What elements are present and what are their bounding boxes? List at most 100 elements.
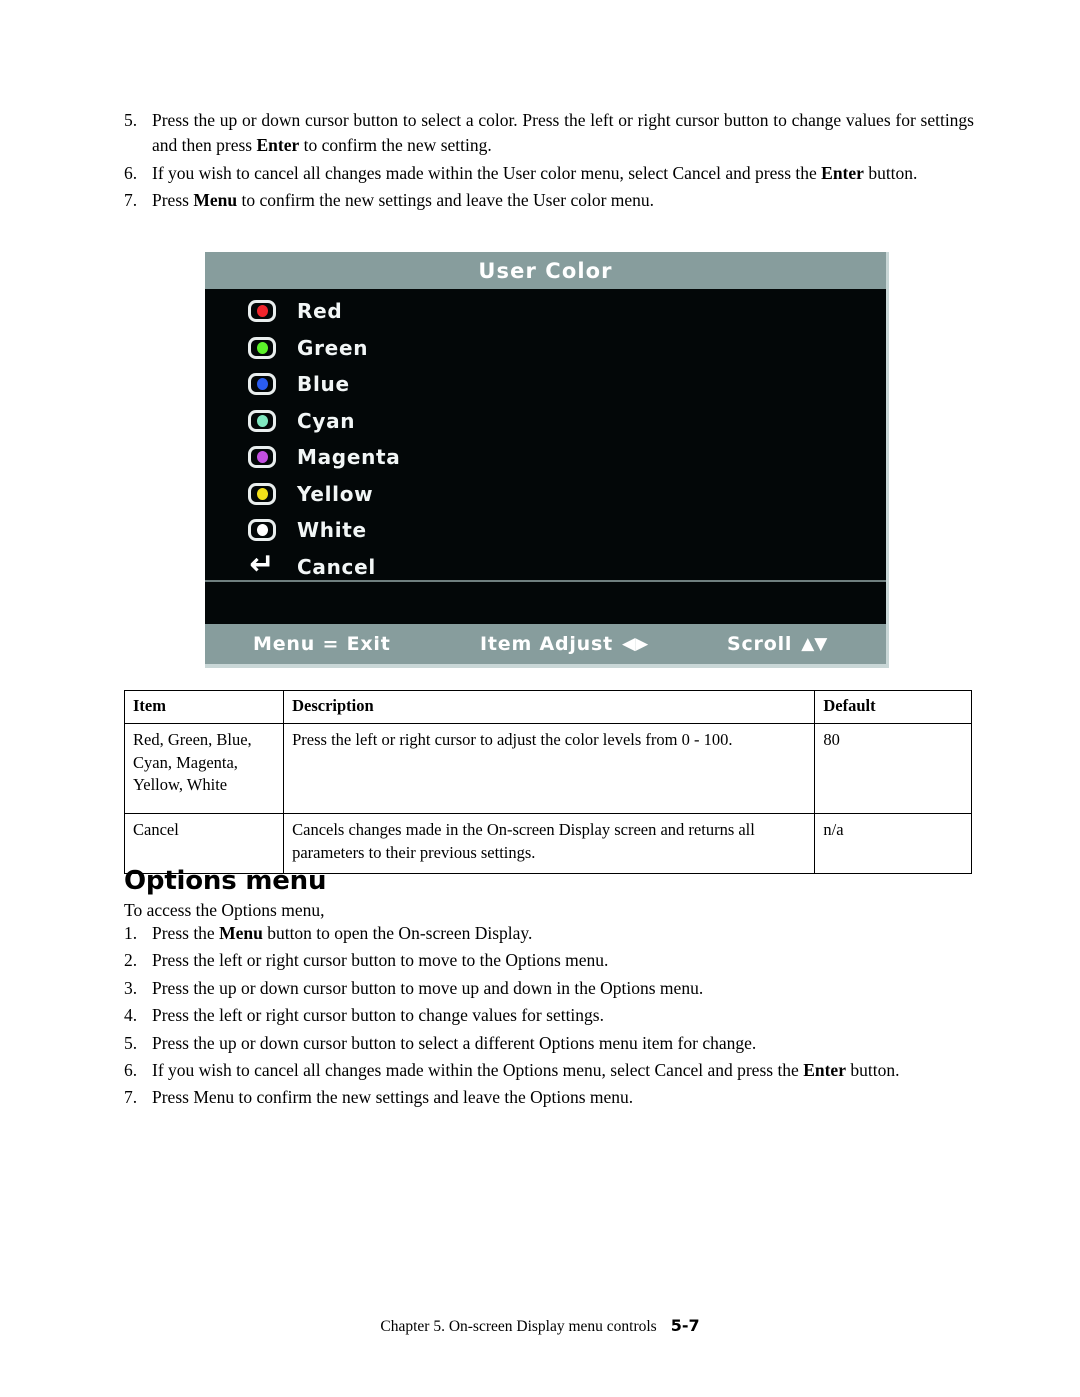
list-item: 7. Press Menu to confirm the new settings… <box>124 188 974 213</box>
table-cell-item: Red, Green, Blue, Cyan, Magenta, Yellow,… <box>123 722 285 814</box>
led-outline <box>248 336 276 359</box>
up-down-arrows-icon: ▲▼ <box>801 634 828 654</box>
osd-scroll-label: Scroll <box>727 633 793 655</box>
osd-title: User Color <box>205 252 886 289</box>
osd-menu-item-cancel[interactable]: ↵ Cancel <box>205 549 886 586</box>
table-row: Cancel Cancels changes made in the On-sc… <box>123 812 972 874</box>
osd-scroll-hint: Scroll ▲▼ <box>727 633 827 655</box>
led-icon <box>245 482 279 505</box>
list-item-number: 5. <box>124 110 138 130</box>
table-header-description: Description <box>283 690 816 724</box>
list-item-text: Press the up or down cursor button to se… <box>152 1032 757 1053</box>
document-page: 5. Press the up or down cursor button to … <box>0 0 1080 1397</box>
led-outline <box>248 373 276 396</box>
list-item: 3. Press the up or down cursor button to … <box>124 976 974 1001</box>
list-item: 5. Press the up or down cursor button to … <box>124 108 974 159</box>
osd-menu-items: Red Green Blue Cyan Magenta Yellow White ↵ Cance… <box>205 289 886 582</box>
list-item-number: 5. <box>124 1032 138 1053</box>
section-intro-text: To access the Options menu, <box>124 900 325 920</box>
footer-page-number: 5-7 <box>670 1316 700 1335</box>
instruction-list-options-menu: 1. Press the Menu button to open the On-s… <box>124 921 974 1113</box>
osd-menu-item-white[interactable]: White <box>205 512 886 549</box>
osd-menu-item-cyan[interactable]: Cyan <box>205 403 886 440</box>
page-footer: Chapter 5. On-screen Display menu contro… <box>0 1316 1080 1336</box>
led-outline <box>248 519 276 542</box>
osd-menu-item-label: Yellow <box>297 481 374 506</box>
table-header-row: Item Description Default <box>123 690 972 724</box>
osd-menu-item-label: Red <box>297 299 343 324</box>
instruction-list-user-color: 5. Press the up or down cursor button to … <box>124 108 974 216</box>
led-icon <box>245 373 279 396</box>
osd-menu-item-label: Magenta <box>297 445 401 470</box>
led-outline <box>248 409 276 432</box>
emphasis-text: Menu <box>219 923 263 943</box>
list-item: 1. Press the Menu button to open the On-s… <box>124 921 974 946</box>
list-item: 5. Press the up or down cursor button to … <box>124 1031 974 1056</box>
list-item-number: 7. <box>124 190 138 211</box>
color-swatch-dot <box>256 487 268 500</box>
osd-empty-area <box>205 582 886 624</box>
osd-menu-item-label: White <box>297 518 367 543</box>
led-icon <box>245 300 279 323</box>
list-item: 6. If you wish to cancel all changes made… <box>124 1058 974 1083</box>
osd-screenshot-figure: User Color Red Green Blue Cyan Magenta Yellow… <box>205 252 889 668</box>
osd-menu-item-label: Green <box>297 335 369 360</box>
osd-panel: User Color Red Green Blue Cyan Magenta Yellow… <box>205 252 886 664</box>
list-item-text: Press the Menu button to open the On-scr… <box>152 923 533 943</box>
list-item-text: If you wish to cancel all changes made w… <box>152 1059 900 1080</box>
led-icon <box>245 336 279 359</box>
return-arrow-glyph: ↵ <box>249 546 275 582</box>
list-item-text: Press the up or down cursor button to se… <box>152 110 974 156</box>
list-item-text: Press the left or right cursor button to… <box>152 1005 604 1026</box>
color-swatch-dot <box>256 378 268 391</box>
return-icon: ↵ <box>245 546 279 582</box>
list-item: 4. Press the left or right cursor button … <box>124 1003 974 1028</box>
osd-menu-item-label: Cancel <box>297 554 376 579</box>
osd-menu-item-magenta[interactable]: Magenta <box>205 439 886 476</box>
osd-menu-item-yellow[interactable]: Yellow <box>205 476 886 513</box>
list-item-number: 6. <box>124 1059 138 1080</box>
osd-menu-item-blue[interactable]: Blue <box>205 366 886 403</box>
list-item: 2. Press the left or right cursor button … <box>124 948 974 973</box>
user-color-settings-table: Item Description Default Red, Green, Blu… <box>123 690 972 874</box>
osd-adjust-label: Item Adjust <box>480 633 613 655</box>
table-row: Red, Green, Blue, Cyan, Magenta, Yellow,… <box>123 722 972 814</box>
color-swatch-dot <box>256 341 268 354</box>
table-cell-default: 80 <box>814 722 972 814</box>
led-icon <box>245 519 279 542</box>
list-item-text: Press the left or right cursor button to… <box>152 950 609 971</box>
color-swatch-dot <box>256 414 268 427</box>
osd-footer-bar: Menu = Exit Item Adjust ◀▶ Scroll ▲▼ <box>205 624 886 664</box>
led-icon <box>245 409 279 432</box>
osd-exit-hint: Menu = Exit <box>253 633 391 655</box>
color-swatch-dot <box>256 451 268 464</box>
list-item-text: Press Menu to confirm the new settings a… <box>152 1087 634 1108</box>
list-item-number: 2. <box>124 950 138 971</box>
table-cell-default: n/a <box>814 812 972 874</box>
osd-menu-item-label: Cyan <box>297 408 356 433</box>
emphasis-text: Enter <box>821 162 864 183</box>
led-outline <box>248 446 276 469</box>
osd-menu-item-green[interactable]: Green <box>205 330 886 367</box>
list-item-number: 1. <box>124 923 138 943</box>
list-item-text: Press the up or down cursor button to mo… <box>152 977 704 998</box>
list-item-number: 3. <box>124 977 138 998</box>
led-icon <box>245 446 279 469</box>
footer-chapter-label: Chapter 5. On-screen Display menu contro… <box>380 1318 657 1335</box>
emphasis-text: Enter <box>256 135 300 156</box>
section-heading-options-menu: Options menu <box>124 866 327 896</box>
list-item-number: 4. <box>124 1005 138 1026</box>
osd-menu-item-red[interactable]: Red <box>205 293 886 330</box>
left-right-arrows-icon: ◀▶ <box>622 634 649 654</box>
list-item: 6. If you wish to cancel all changes made… <box>124 161 974 186</box>
table-cell-description: Press the left or right cursor to adjust… <box>283 722 816 814</box>
emphasis-text: Enter <box>803 1059 846 1080</box>
list-item-text: If you wish to cancel all changes made w… <box>152 162 918 183</box>
led-outline <box>248 300 276 323</box>
list-item-number: 7. <box>124 1087 138 1108</box>
color-swatch-dot <box>256 305 268 318</box>
table-header-default: Default <box>814 690 972 724</box>
list-item: 7. Press Menu to confirm the new settings… <box>124 1085 974 1110</box>
osd-adjust-hint: Item Adjust ◀▶ <box>480 633 648 655</box>
led-outline <box>248 482 276 505</box>
